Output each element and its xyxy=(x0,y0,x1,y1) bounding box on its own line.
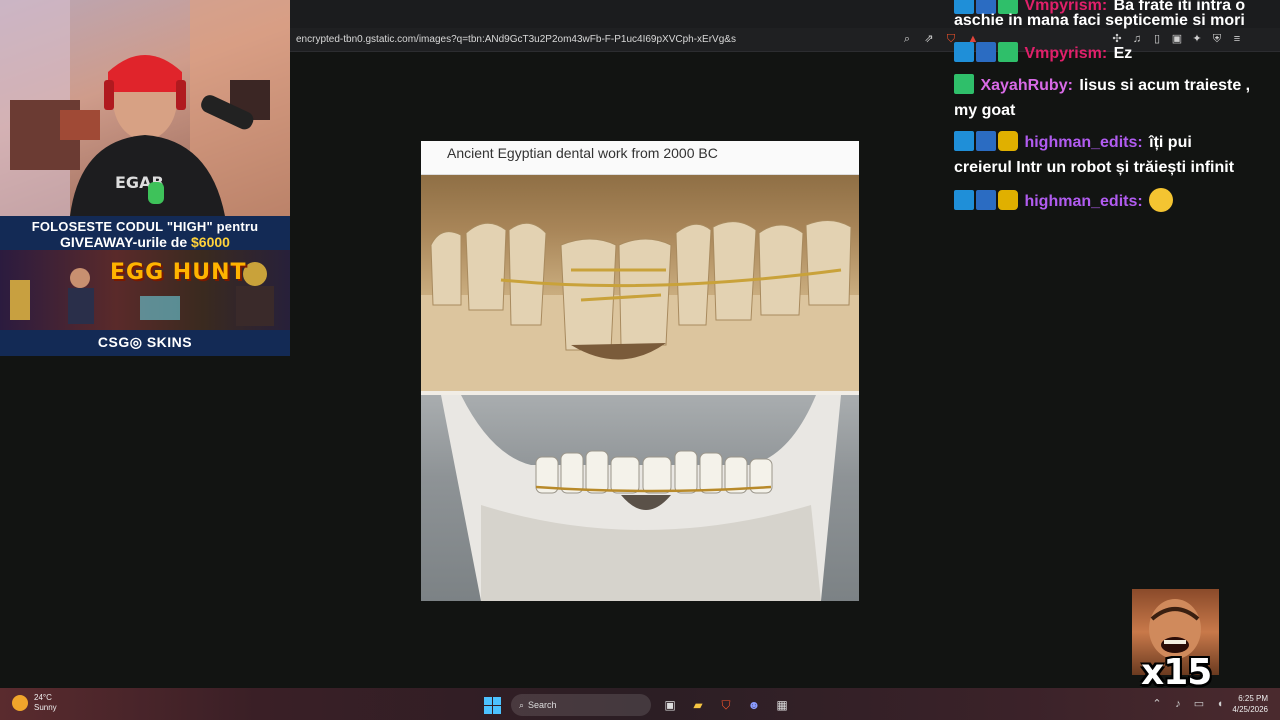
caption-bar: Ancient Egyptian dental work from 2000 B… xyxy=(421,141,859,175)
chat-message: highman_edits: xyxy=(954,188,1274,214)
meme-image: Ancient Egyptian dental work from 2000 B… xyxy=(421,141,859,601)
webcam-feed: EGAB xyxy=(0,0,290,216)
giveaway-label: GIVEAWAY-urile de xyxy=(60,234,192,250)
subscriber-badge-icon xyxy=(976,42,996,62)
shocked-emote-icon xyxy=(1149,188,1174,212)
chat-text: Iisus si acum traieste , xyxy=(1079,77,1251,94)
search-label: Search xyxy=(528,700,557,710)
sponsor-brand-logo: CSG◎ SKINS xyxy=(97,334,193,350)
discord-icon[interactable]: ☻ xyxy=(745,696,763,714)
chat-text: aschie in mana faci septicemie si mori xyxy=(954,12,1245,29)
weather-widget[interactable]: 24°C Sunny xyxy=(12,693,57,713)
clock-date: 4/25/2026 xyxy=(1232,705,1268,714)
moderator-badge-icon xyxy=(954,42,974,62)
egg-hunt-banner: EGG HUNT xyxy=(0,250,290,330)
giveaway-amount: $6000 xyxy=(191,234,230,250)
share-icon[interactable]: ⇗ xyxy=(922,32,936,46)
url-text[interactable]: encrypted-tbn0.gstatic.com/images?q=tbn:… xyxy=(296,34,736,45)
brave-browser-icon[interactable]: ⛉ xyxy=(717,696,735,714)
image-caption: Ancient Egyptian dental work from 2000 B… xyxy=(447,145,718,161)
clock-time: 6:25 PM xyxy=(1238,694,1268,703)
sun-icon xyxy=(12,695,28,711)
calculator-icon[interactable]: ▦ xyxy=(773,696,791,714)
chat-message: XayahRuby: Iisus si acum traieste , xyxy=(954,74,1274,98)
weather-condition: Sunny xyxy=(34,703,57,712)
reaction-count: x15 xyxy=(1141,652,1212,693)
chat-username: highman_edits: xyxy=(1024,134,1143,151)
chat-message: highman_edits: îți pui xyxy=(954,131,1274,155)
banner-title: EGG HUNT xyxy=(110,260,247,285)
chat-message-continued: aschie in mana faci septicemie si mori xyxy=(954,9,1274,33)
start-button[interactable] xyxy=(483,696,501,714)
chat-text: îți pui xyxy=(1149,134,1192,151)
gift-badge-icon xyxy=(954,74,974,94)
weather-text: 24°C Sunny xyxy=(34,693,57,713)
taskbar-search[interactable]: ⌕ Search xyxy=(511,694,651,716)
streamer-image: EGAB xyxy=(0,0,290,216)
zoom-icon[interactable]: ⌕ xyxy=(900,32,914,46)
chat-username: highman_edits: xyxy=(1024,193,1143,210)
sponsor-giveaway-text: GIVEAWAY-urile de $6000 xyxy=(0,234,290,250)
search-icon: ⌕ xyxy=(519,699,525,710)
monitor-icon[interactable]: ▭ xyxy=(1192,697,1206,711)
chat-message-continued: creierul Intr un robot și trăiești infin… xyxy=(954,156,1274,180)
teeth-photo-closeup xyxy=(421,175,859,391)
sponsor-panel: FOLOSESTE CODUL "HIGH" pentru GIVEAWAY-u… xyxy=(0,216,290,356)
jaw-photo xyxy=(421,395,859,601)
windows-taskbar: 24°C Sunny ⌕ Search ▣ ▰ ⛉ ☻ ▦ ⌃ ♪ ▭ ◖ 6:… xyxy=(0,688,1280,720)
sponsor-code-text: FOLOSESTE CODUL "HIGH" pentru xyxy=(31,219,259,234)
chat-message: Vmpyrism: Ez xyxy=(954,42,1274,66)
windows-icon xyxy=(483,696,501,714)
chat-text: my goat xyxy=(954,102,1016,119)
subscriber-badge-icon xyxy=(976,131,996,151)
chevron-up-icon[interactable]: ⌃ xyxy=(1150,697,1164,711)
gift-badge-icon xyxy=(998,42,1018,62)
speaker-icon[interactable]: ◖ xyxy=(1213,697,1227,711)
file-explorer-icon[interactable]: ▰ xyxy=(689,696,707,714)
chat-text: creierul Intr un robot și trăiești infin… xyxy=(954,159,1235,176)
task-view-icon[interactable]: ▣ xyxy=(661,696,679,714)
vip-badge-icon xyxy=(998,190,1018,210)
vip-badge-icon xyxy=(998,131,1018,151)
system-tray: ⌃ ♪ ▭ ◖ xyxy=(1150,697,1227,711)
taskbar-apps: ⌕ Search ▣ ▰ ⛉ ☻ ▦ xyxy=(483,694,791,716)
chat-username: XayahRuby: xyxy=(980,77,1073,94)
moderator-badge-icon xyxy=(954,131,974,151)
chat-username: Vmpyrism: xyxy=(1024,45,1108,62)
subscriber-badge-icon xyxy=(976,190,996,210)
chat-message-continued: my goat xyxy=(954,99,1274,123)
system-clock[interactable]: 6:25 PM 4/25/2026 xyxy=(1228,693,1268,715)
volume-icon[interactable]: ♪ xyxy=(1171,697,1185,711)
weather-temp: 24°C xyxy=(34,693,52,702)
moderator-badge-icon xyxy=(954,190,974,210)
chat-text: Ez xyxy=(1113,45,1133,62)
